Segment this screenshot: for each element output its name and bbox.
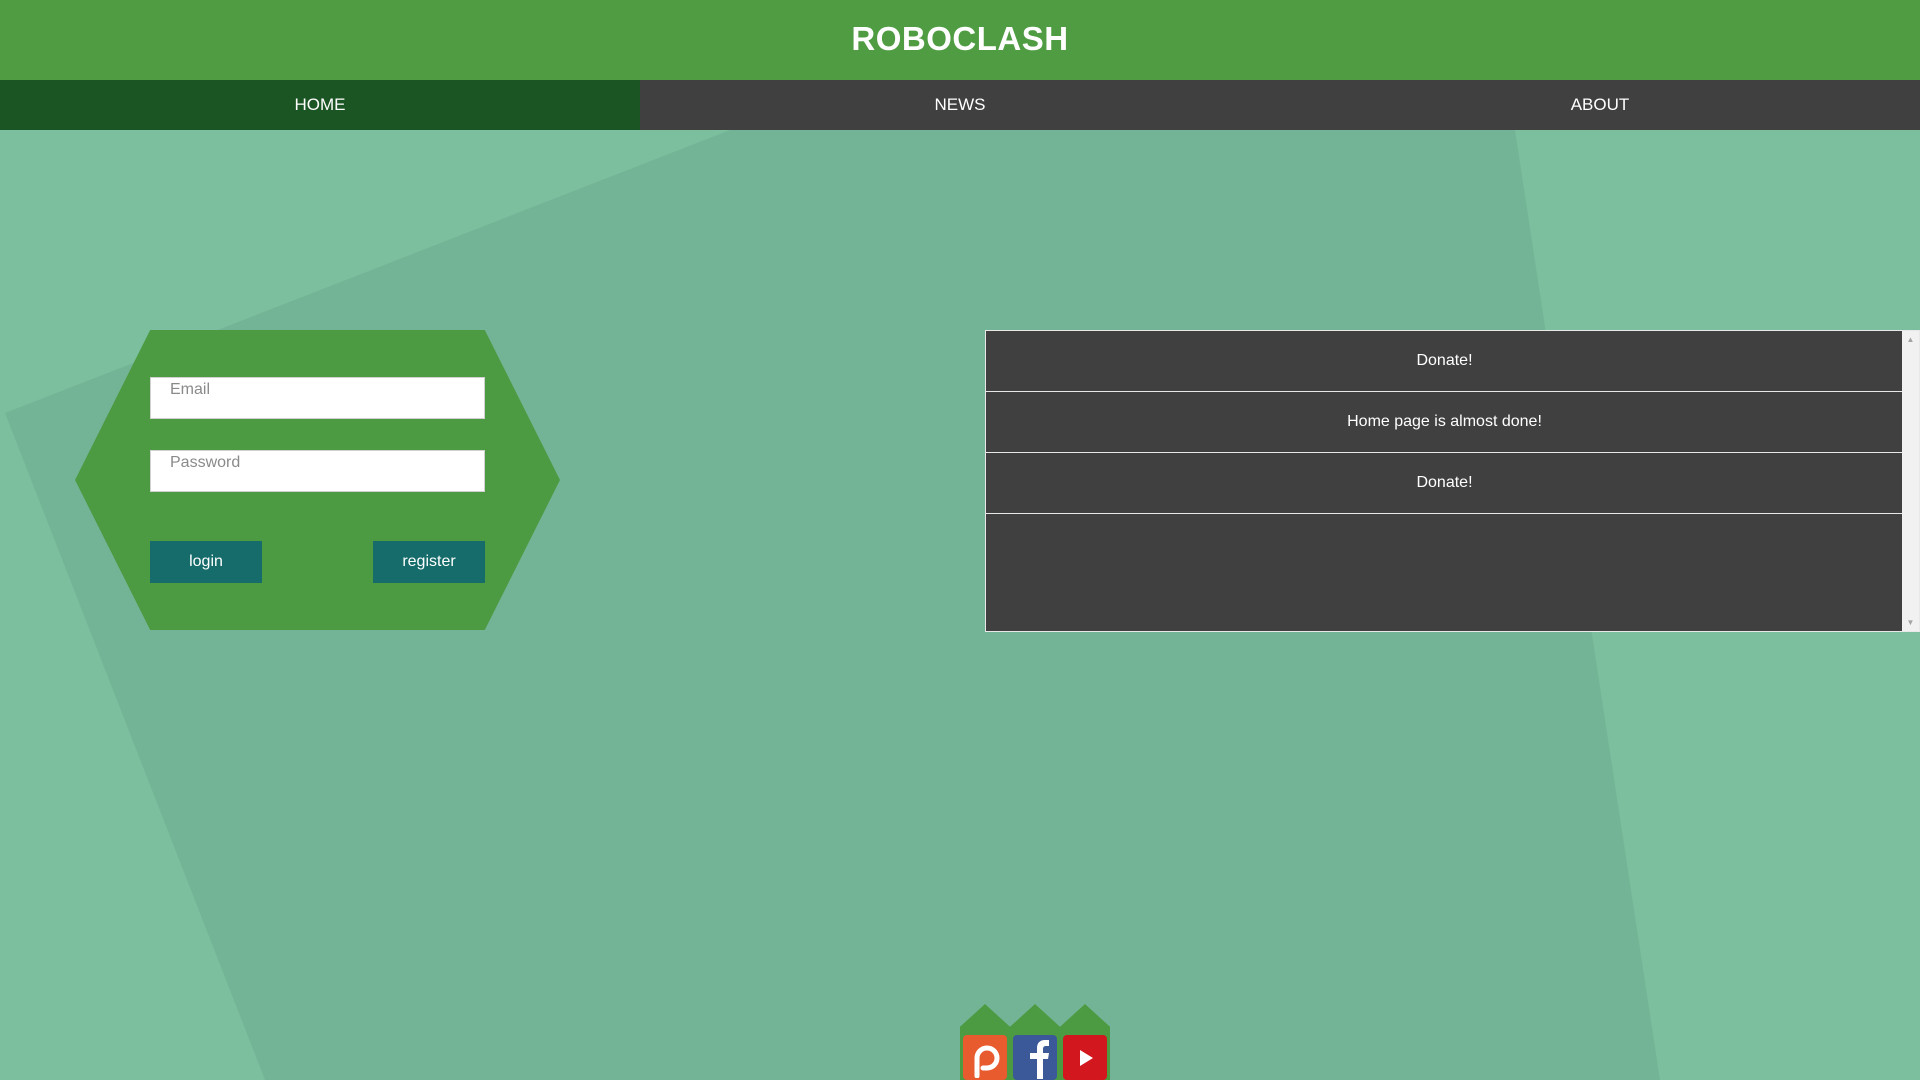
social-links	[960, 1004, 1110, 1080]
nav-item-news[interactable]: NEWS	[640, 80, 1280, 130]
login-button[interactable]: login	[150, 541, 262, 583]
site-title: ROBOCLASH	[851, 20, 1069, 57]
news-item[interactable]: Home page is almost done!	[986, 392, 1903, 453]
login-panel: login register	[75, 330, 560, 630]
news-panel[interactable]: Donate! Home page is almost done! Donate…	[985, 330, 1920, 632]
facebook-icon	[1013, 1035, 1057, 1080]
nav-item-about[interactable]: ABOUT	[1280, 80, 1920, 130]
nav-item-home[interactable]: HOME	[0, 80, 640, 130]
scroll-up-arrow-icon[interactable]: ▲	[1902, 331, 1919, 348]
patreon-icon	[963, 1035, 1007, 1080]
news-item[interactable]: Donate!	[986, 331, 1903, 392]
youtube-link[interactable]	[1060, 1004, 1110, 1080]
register-button[interactable]: register	[373, 541, 485, 583]
patreon-link[interactable]	[960, 1004, 1010, 1080]
news-item[interactable]: Donate!	[986, 453, 1903, 514]
main-nav: HOME NEWS ABOUT	[0, 80, 1920, 130]
youtube-icon	[1063, 1035, 1107, 1080]
site-header: ROBOCLASH	[0, 0, 1920, 80]
email-field[interactable]	[150, 377, 485, 419]
facebook-link[interactable]	[1010, 1004, 1060, 1080]
password-field[interactable]	[150, 450, 485, 492]
news-list: Donate! Home page is almost done! Donate…	[986, 331, 1903, 631]
scroll-down-arrow-icon[interactable]: ▼	[1902, 614, 1919, 631]
news-scrollbar[interactable]: ▲ ▼	[1902, 331, 1919, 631]
